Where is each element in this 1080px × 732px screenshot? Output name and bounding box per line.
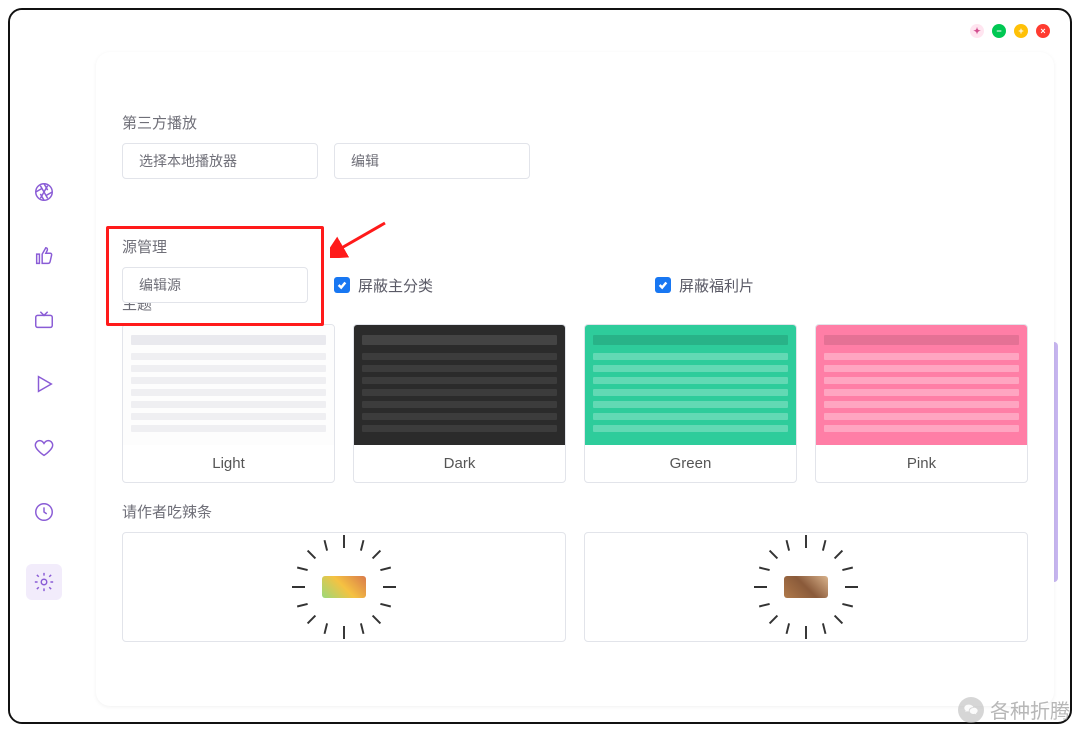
theme-dark-label: Dark [354,445,565,482]
edit-player-button[interactable]: 编辑 [334,143,530,179]
block-main-category-checkbox[interactable]: 屏蔽主分类 [334,275,433,296]
donate-qr-2 [584,532,1028,642]
select-player-label: 选择本地播放器 [139,151,237,171]
checkbox-icon [334,277,350,293]
sidebar-item-discover[interactable] [32,180,56,204]
theme-preview-green [585,325,796,445]
sidebar-item-recommend[interactable] [32,244,56,268]
app-window: ✦ − + × 第三方播放 [8,8,1072,724]
window-controls: ✦ − + × [970,24,1050,38]
tv-icon [33,309,55,331]
edit-player-label: 编辑 [351,151,379,171]
pin-button[interactable]: ✦ [970,24,984,38]
close-button[interactable]: × [1036,24,1050,38]
maximize-button[interactable]: + [1014,24,1028,38]
heart-icon [33,437,55,459]
theme-section: 主题 Light Dark [122,293,1028,483]
settings-panel: 第三方播放 选择本地播放器 编辑 源管理 编辑源 屏蔽主分类 [96,52,1054,706]
play-icon [33,373,55,395]
block-main-category-label: 屏蔽主分类 [358,275,433,296]
theme-preview-pink [816,325,1027,445]
theme-pink-label: Pink [816,445,1027,482]
edit-source-button[interactable]: 编辑源 [122,267,308,303]
thumbs-up-icon [33,245,55,267]
theme-light-label: Light [123,445,334,482]
third-party-label: 第三方播放 [122,112,1028,133]
sidebar-item-settings[interactable] [26,564,62,600]
sidebar [10,10,78,722]
sidebar-item-play[interactable] [32,372,56,396]
theme-preview-dark [354,325,565,445]
sidebar-item-tv[interactable] [32,308,56,332]
third-party-section: 第三方播放 选择本地播放器 编辑 [122,112,1028,179]
close-glyph: × [1040,27,1045,36]
gear-icon [33,571,55,593]
theme-preview-light [123,325,334,445]
donate-label: 请作者吃辣条 [122,501,1028,522]
minimize-glyph: − [996,27,1001,36]
theme-option-pink[interactable]: Pink [815,324,1028,483]
aperture-icon [33,181,55,203]
theme-option-dark[interactable]: Dark [353,324,566,483]
block-welfare-checkbox[interactable]: 屏蔽福利片 [655,275,754,296]
block-welfare-label: 屏蔽福利片 [679,275,754,296]
theme-option-light[interactable]: Light [122,324,335,483]
source-mgmt-section: 源管理 编辑源 屏蔽主分类 屏蔽福利片 [122,236,1022,303]
minimize-button[interactable]: − [992,24,1006,38]
edit-source-label: 编辑源 [139,275,181,295]
theme-green-label: Green [585,445,796,482]
sidebar-item-favorites[interactable] [32,436,56,460]
source-mgmt-label: 源管理 [122,236,1022,257]
clock-icon [33,501,55,523]
qr-code-icon [741,532,871,642]
select-player-button[interactable]: 选择本地播放器 [122,143,318,179]
theme-option-green[interactable]: Green [584,324,797,483]
donate-section: 请作者吃辣条 [122,501,1028,642]
donate-qr-1 [122,532,566,642]
qr-code-icon [279,532,409,642]
checkbox-icon [655,277,671,293]
maximize-glyph: + [1018,27,1023,36]
sidebar-item-history[interactable] [32,500,56,524]
